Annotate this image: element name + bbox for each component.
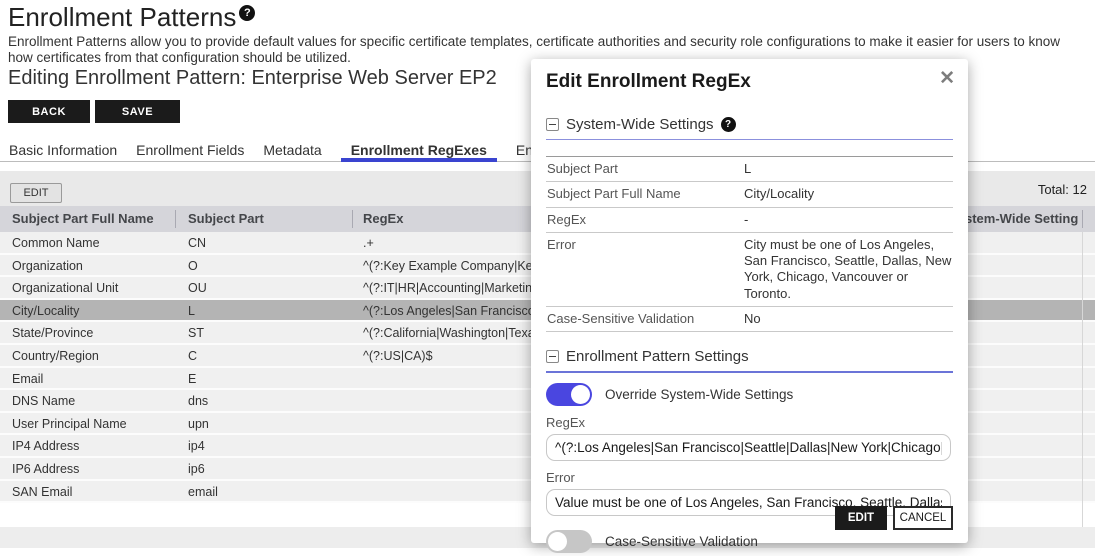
cell-regex: .+ (363, 232, 374, 255)
kv-value: - (744, 212, 952, 228)
case-sensitive-toggle-row: Case-Sensitive Validation (546, 530, 953, 553)
kv-label: Subject Part Full Name (546, 186, 744, 202)
close-icon[interactable]: ✕ (939, 69, 955, 88)
cell-regex: ^(?:California|Washington|Texas. (363, 322, 544, 345)
tab-basic-information[interactable]: Basic Information (9, 138, 117, 161)
modal-cancel-button[interactable]: CANCEL (893, 506, 953, 530)
kv-value: City must be one of Los Angeles, San Fra… (744, 237, 952, 302)
cell-full-name: DNS Name (12, 390, 75, 413)
cell-subject-part: email (188, 481, 218, 504)
kv-row-subject-part: Subject Part L (546, 157, 953, 182)
page-title: Enrollment Patterns? (8, 2, 255, 33)
editing-pattern-heading: Editing Enrollment Pattern: Enterprise W… (8, 67, 497, 90)
tab-enrollment-regexes[interactable]: Enrollment RegExes (341, 138, 497, 161)
column-header-subject-part[interactable]: Subject Part (188, 206, 264, 232)
cell-full-name: User Principal Name (12, 413, 127, 436)
kv-label: Error (546, 237, 744, 302)
kv-label: Case-Sensitive Validation (546, 311, 744, 327)
collapse-icon[interactable] (546, 350, 559, 363)
section-divider (546, 371, 953, 373)
cell-full-name: Country/Region (12, 345, 99, 368)
cell-regex: ^(?:Los Angeles|San Francisco|. (363, 300, 541, 323)
column-divider (175, 210, 176, 228)
cell-subject-part: ST (188, 322, 204, 345)
modal-actions: EDIT CANCEL (835, 506, 953, 530)
toggle-knob (571, 385, 590, 404)
column-divider (1082, 232, 1083, 527)
cell-subject-part: upn (188, 413, 209, 436)
modal-title: Edit Enrollment RegEx (546, 71, 953, 93)
collapse-icon[interactable] (546, 118, 559, 131)
help-icon[interactable]: ? (721, 117, 736, 132)
cell-full-name: IP6 Address (12, 458, 79, 481)
cell-full-name: Email (12, 368, 43, 391)
edit-enrollment-regex-modal: Edit Enrollment RegEx ✕ System-Wide Sett… (531, 59, 968, 543)
system-wide-settings-table: Subject Part L Subject Part Full Name Ci… (546, 156, 953, 332)
error-field-label: Error (546, 470, 953, 485)
case-sensitive-toggle[interactable] (546, 530, 592, 553)
enrollment-patterns-page: Enrollment Patterns? Enrollment Patterns… (0, 0, 1095, 556)
page-title-text: Enrollment Patterns (8, 2, 236, 32)
cell-full-name: City/Locality (12, 300, 79, 323)
override-toggle-label: Override System-Wide Settings (605, 387, 793, 402)
cell-regex: ^(?:IT|HR|Accounting|Marketing| (363, 277, 542, 300)
column-header-regex[interactable]: RegEx (363, 206, 403, 232)
toggle-knob (548, 532, 567, 551)
regex-input[interactable] (546, 434, 951, 461)
enrollment-pattern-settings-header: Enrollment Pattern Settings (546, 348, 953, 365)
cell-subject-part: C (188, 345, 197, 368)
cell-subject-part: CN (188, 232, 206, 255)
table-edit-button[interactable]: EDIT (10, 183, 62, 203)
help-icon[interactable]: ? (239, 5, 255, 21)
cell-regex: ^(?:Key Example Company|Key (363, 255, 539, 278)
enrollment-pattern-settings-title: Enrollment Pattern Settings (566, 348, 749, 365)
kv-row-subject-part-full-name: Subject Part Full Name City/Locality (546, 182, 953, 207)
system-wide-settings-title: System-Wide Settings (566, 116, 714, 133)
kv-row-error: Error City must be one of Los Angeles, S… (546, 233, 953, 307)
kv-row-case-sensitive: Case-Sensitive Validation No (546, 307, 953, 332)
cell-full-name: SAN Email (12, 481, 72, 504)
cell-subject-part: dns (188, 390, 208, 413)
regex-field-label: RegEx (546, 415, 953, 430)
kv-value: City/Locality (744, 186, 952, 202)
total-count: Total: 12 (1038, 182, 1087, 197)
back-button[interactable]: BACK (8, 100, 90, 123)
modal-edit-button[interactable]: EDIT (835, 506, 887, 530)
tab-enrollment-fields[interactable]: Enrollment Fields (136, 138, 244, 161)
cell-full-name: Common Name (12, 232, 100, 255)
override-system-wide-toggle[interactable] (546, 383, 592, 406)
kv-label: RegEx (546, 212, 744, 228)
kv-value: L (744, 161, 952, 177)
cell-subject-part: L (188, 300, 195, 323)
column-divider (1082, 210, 1083, 228)
save-button[interactable]: SAVE (95, 100, 180, 123)
cell-subject-part: E (188, 368, 196, 391)
cell-full-name: IP4 Address (12, 435, 79, 458)
cell-full-name: State/Province (12, 322, 93, 345)
kv-row-regex: RegEx - (546, 208, 953, 233)
cell-subject-part: ip4 (188, 435, 205, 458)
section-divider (546, 139, 953, 140)
kv-value: No (744, 311, 952, 327)
cell-subject-part: OU (188, 277, 207, 300)
system-wide-settings-header: System-Wide Settings ? (546, 116, 953, 133)
column-header-full-name[interactable]: Subject Part Full Name (12, 206, 154, 232)
override-toggle-row: Override System-Wide Settings (546, 383, 953, 406)
column-divider (352, 210, 353, 228)
cell-regex: ^(?:US|CA)$ (363, 345, 433, 368)
tab-metadata[interactable]: Metadata (263, 138, 321, 161)
kv-label: Subject Part (546, 161, 744, 177)
column-header-system-wide-setting[interactable]: stem-Wide Setting (965, 206, 1078, 232)
cell-full-name: Organizational Unit (12, 277, 118, 300)
cell-subject-part: ip6 (188, 458, 205, 481)
cell-subject-part: O (188, 255, 198, 278)
case-sensitive-toggle-label: Case-Sensitive Validation (605, 534, 758, 549)
cell-full-name: Organization (12, 255, 83, 278)
